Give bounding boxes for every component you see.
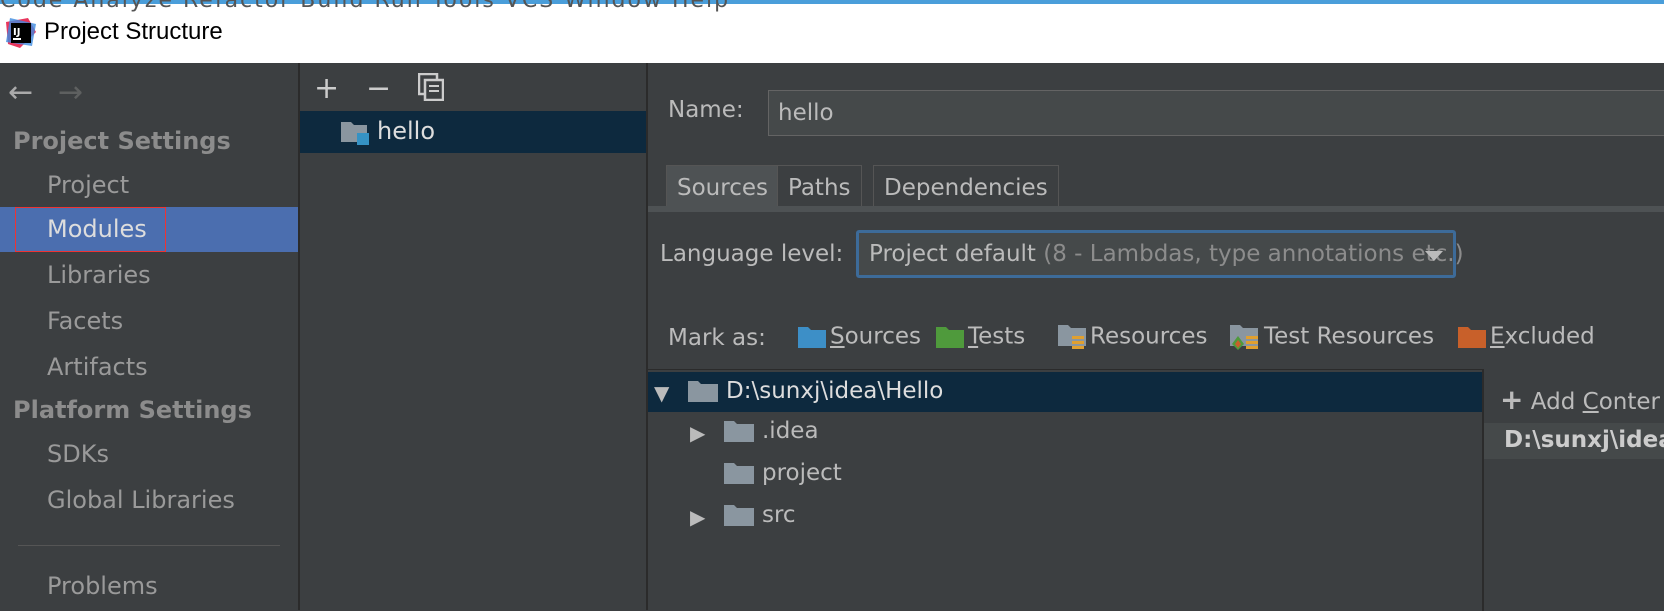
add-module-button[interactable]: + xyxy=(314,71,339,106)
forward-arrow-icon[interactable]: → xyxy=(58,75,83,110)
tree-label-idea: .idea xyxy=(762,418,819,444)
section-heading-platform-settings: Platform Settings xyxy=(13,396,252,424)
svg-text:IJ: IJ xyxy=(13,27,20,38)
test-resources-folder-icon xyxy=(1230,324,1258,350)
menu-strip-remnant: Code Analyze Refactor Build Run Tools VC… xyxy=(0,0,731,13)
expand-arrow-icon[interactable]: ▶ xyxy=(690,421,705,445)
folder-icon xyxy=(724,421,754,442)
sidebar-item-artifacts[interactable]: Artifacts xyxy=(0,345,298,390)
mark-resources-button[interactable]: Resources xyxy=(1058,323,1207,357)
name-label: Name: xyxy=(668,97,744,123)
title-bar: Code Analyze Refactor Build Run Tools VC… xyxy=(0,0,1664,63)
language-level-label: Language level: xyxy=(660,241,844,267)
tree-row-src[interactable]: ▶ src xyxy=(648,496,1482,536)
tab-sources[interactable]: Sources xyxy=(666,165,779,209)
settings-sidebar: ← → Project Settings Project Modules Lib… xyxy=(0,63,300,610)
section-heading-project-settings: Project Settings xyxy=(13,127,231,155)
module-detail-panel: Name: Sources Paths Dependencies Languag… xyxy=(648,63,1664,611)
folder-icon xyxy=(724,463,754,484)
mark-excluded-button[interactable]: Excluded xyxy=(1458,323,1595,357)
intellij-logo-icon: IJ xyxy=(6,18,36,48)
mark-sources-button[interactable]: Sources xyxy=(798,323,921,357)
add-content-root-button[interactable]: + Add Conter xyxy=(1500,383,1660,416)
tab-paths[interactable]: Paths xyxy=(777,165,862,209)
language-level-value: Project default xyxy=(869,241,1036,267)
module-name-input[interactable] xyxy=(768,90,1664,136)
content-root-tree: ▼ D:\sunxj\idea\Hello ▶ .idea project ▶ … xyxy=(648,369,1484,611)
collapse-arrow-icon[interactable]: ▼ xyxy=(654,381,669,405)
back-arrow-icon[interactable]: ← xyxy=(8,75,33,110)
module-list-panel: + − hello xyxy=(300,63,648,610)
expand-arrow-icon[interactable]: ▶ xyxy=(690,505,705,529)
tree-label-root: D:\sunxj\idea\Hello xyxy=(726,378,944,404)
dropdown-arrow-icon xyxy=(1425,251,1443,261)
sidebar-item-sdks[interactable]: SDKs xyxy=(0,432,298,477)
content-root-entry[interactable]: D:\sunxj\idea xyxy=(1484,423,1664,459)
sidebar-divider xyxy=(18,545,280,546)
sidebar-item-facets[interactable]: Facets xyxy=(0,299,298,344)
module-name-label: hello xyxy=(377,117,435,145)
module-row-hello[interactable]: hello xyxy=(300,111,646,153)
remove-module-button[interactable]: − xyxy=(366,71,391,106)
mark-test-resources-button[interactable]: Test Resources xyxy=(1230,323,1434,357)
content-roots-panel: + Add Conter D:\sunxj\idea xyxy=(1484,369,1664,610)
sidebar-item-problems[interactable]: Problems xyxy=(0,564,298,609)
tab-strip-underline xyxy=(648,206,1664,212)
language-level-select[interactable]: Project default (8 - Lambdas, type annot… xyxy=(856,230,1464,278)
tab-dependencies[interactable]: Dependencies xyxy=(873,165,1059,209)
mark-as-label: Mark as: xyxy=(668,325,766,351)
tree-row-project[interactable]: project xyxy=(648,454,1482,494)
language-level-hint: (8 - Lambdas, type annotations etc.) xyxy=(1043,241,1464,267)
tree-label-src: src xyxy=(762,502,796,528)
tests-folder-icon xyxy=(936,326,964,348)
sidebar-item-project[interactable]: Project xyxy=(0,163,298,208)
tree-row-idea[interactable]: ▶ .idea xyxy=(648,412,1482,452)
resources-folder-icon xyxy=(1058,324,1086,349)
highlight-outline xyxy=(15,207,166,252)
content-root-path: D:\sunxj\idea xyxy=(1504,427,1664,453)
folder-icon xyxy=(688,381,718,402)
copy-module-icon[interactable] xyxy=(418,73,444,101)
module-folder-icon xyxy=(341,122,369,145)
sidebar-item-modules[interactable]: Modules xyxy=(0,207,298,252)
sources-folder-icon xyxy=(798,326,826,348)
sidebar-item-global-libraries[interactable]: Global Libraries xyxy=(0,478,298,523)
window-title: Project Structure xyxy=(44,18,223,45)
tree-label-project: project xyxy=(762,460,842,486)
folder-icon xyxy=(724,505,754,526)
mark-tests-button[interactable]: Tests xyxy=(936,323,1025,357)
sidebar-item-libraries[interactable]: Libraries xyxy=(0,253,298,298)
plus-icon: + xyxy=(1500,383,1524,416)
excluded-folder-icon xyxy=(1458,326,1486,348)
tree-row-root[interactable]: ▼ D:\sunxj\idea\Hello xyxy=(648,372,1482,412)
